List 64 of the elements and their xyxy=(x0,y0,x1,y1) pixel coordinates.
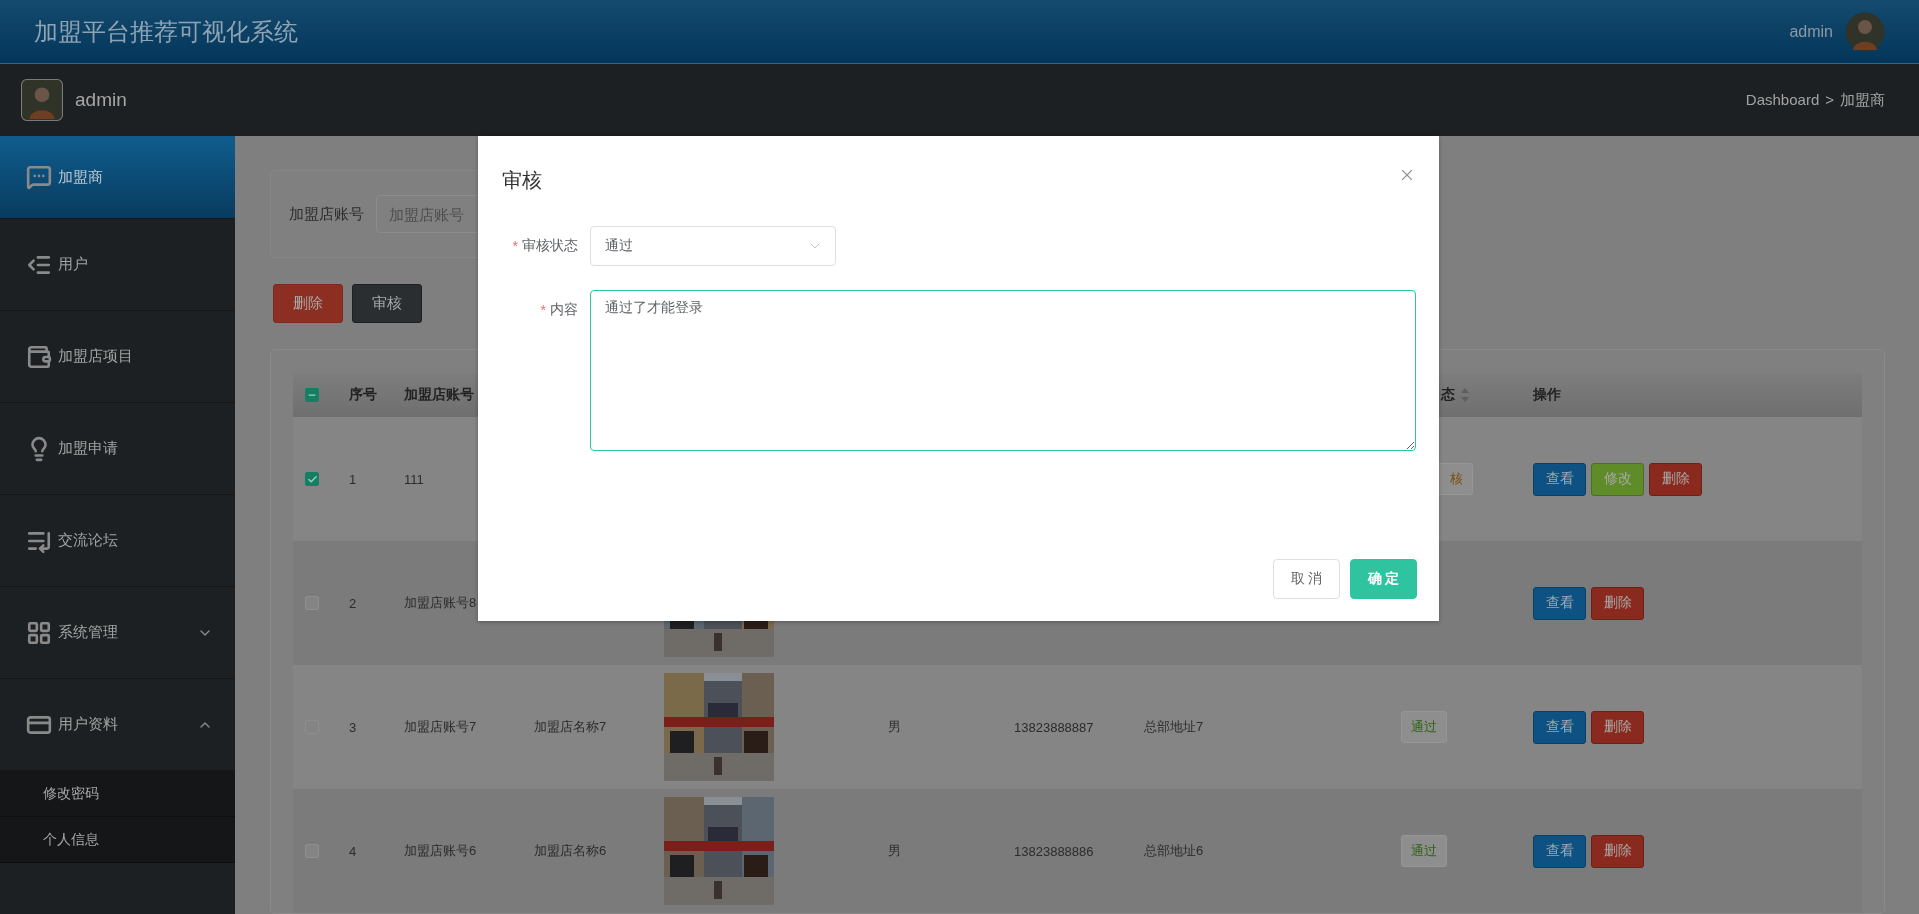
sidebar-item[interactable]: 加盟商 xyxy=(0,136,235,219)
delete-button[interactable]: 删除 xyxy=(273,284,343,323)
table-cell-text: 13823888887 xyxy=(1013,719,1095,735)
table-cell-text: 2 xyxy=(348,595,358,611)
table-cell-text: 加盟店账号6 xyxy=(403,842,478,860)
status-select[interactable]: 通过 xyxy=(590,226,836,266)
required-mark: * xyxy=(512,238,518,254)
table-cell-text: 加盟店名称7 xyxy=(533,718,608,736)
avatar-icon xyxy=(21,79,63,121)
delete-button[interactable]: 删除 xyxy=(1649,462,1702,496)
column-header: 态 xyxy=(1441,386,1455,404)
content-field[interactable]: 通过了才能登录 xyxy=(589,290,1416,451)
delete-button[interactable]: 删除 xyxy=(1591,834,1644,868)
column-header: 序号 xyxy=(349,386,377,404)
wallet-icon xyxy=(26,343,52,370)
table-cell-text: 加盟店名称6 xyxy=(533,842,608,860)
sidebar-item[interactable]: 用户 xyxy=(0,219,235,311)
table-cell-text: 1 xyxy=(348,471,358,487)
breadcrumb-item: 加盟商 xyxy=(1840,90,1885,110)
table-cell-text: 3 xyxy=(348,719,358,735)
breadcrumb-item[interactable]: Dashboard xyxy=(1745,90,1820,110)
breadcrumb-separator: > xyxy=(1825,90,1834,110)
table-cell-text: 加盟店账号8 xyxy=(403,594,478,612)
table-cell-text: 13823888886 xyxy=(1013,843,1095,859)
check-icon xyxy=(306,473,318,485)
grid-icon xyxy=(26,619,52,646)
table-cell-text: 111 xyxy=(403,471,425,487)
dialog-title: 审核 xyxy=(502,168,542,193)
table-cell-text: 加盟店账号7 xyxy=(403,718,478,736)
profile-name: admin xyxy=(75,89,127,111)
table-cell-text: 男 xyxy=(886,718,902,736)
submenu-item[interactable]: 个人信息 xyxy=(0,817,235,863)
review-button[interactable]: 审核 xyxy=(352,284,422,323)
field-label: 内容 xyxy=(549,301,578,319)
view-button[interactable]: 查看 xyxy=(1533,710,1586,744)
app-title: 加盟平台推荐可视化系统 xyxy=(34,16,298,47)
cancel-button[interactable]: 取 消 xyxy=(1273,559,1340,599)
view-button[interactable]: 查看 xyxy=(1533,462,1586,496)
table-cell-text: 总部地址6 xyxy=(1143,842,1205,860)
row-checkbox[interactable] xyxy=(305,472,319,486)
table-cell-text: 男 xyxy=(886,842,902,860)
sidebar-item[interactable]: 交流论坛 xyxy=(0,495,235,587)
column-header: 加盟店账号 xyxy=(404,386,474,404)
required-mark: * xyxy=(540,302,546,318)
sidebar-item[interactable]: 系统管理 xyxy=(0,587,235,679)
status-tag: 通过 xyxy=(1401,711,1447,743)
field-label: 审核状态 xyxy=(522,237,578,255)
delete-button[interactable]: 删除 xyxy=(1591,586,1644,620)
search-label: 加盟店账号 xyxy=(289,204,364,224)
user-name[interactable]: admin xyxy=(1789,22,1833,41)
select-all-checkbox[interactable] xyxy=(305,388,319,402)
delete-button[interactable]: 删除 xyxy=(1591,710,1644,744)
view-button[interactable]: 查看 xyxy=(1533,834,1586,868)
table-cell-text: 4 xyxy=(348,843,358,859)
sort-icon[interactable] xyxy=(1461,388,1469,402)
table-cell-text: 总部地址7 xyxy=(1143,718,1205,736)
chat-icon xyxy=(26,164,52,190)
sidebar-item[interactable]: 加盟申请 xyxy=(0,403,235,495)
status-tag: 通过 xyxy=(1401,835,1447,867)
avatar-icon xyxy=(1845,11,1885,52)
sidebar-item[interactable]: 加盟店项目 xyxy=(0,311,235,403)
column-header: 操作 xyxy=(1533,386,1561,404)
view-button[interactable]: 查看 xyxy=(1533,586,1586,620)
submenu-item[interactable]: 修改密码 xyxy=(0,771,235,817)
